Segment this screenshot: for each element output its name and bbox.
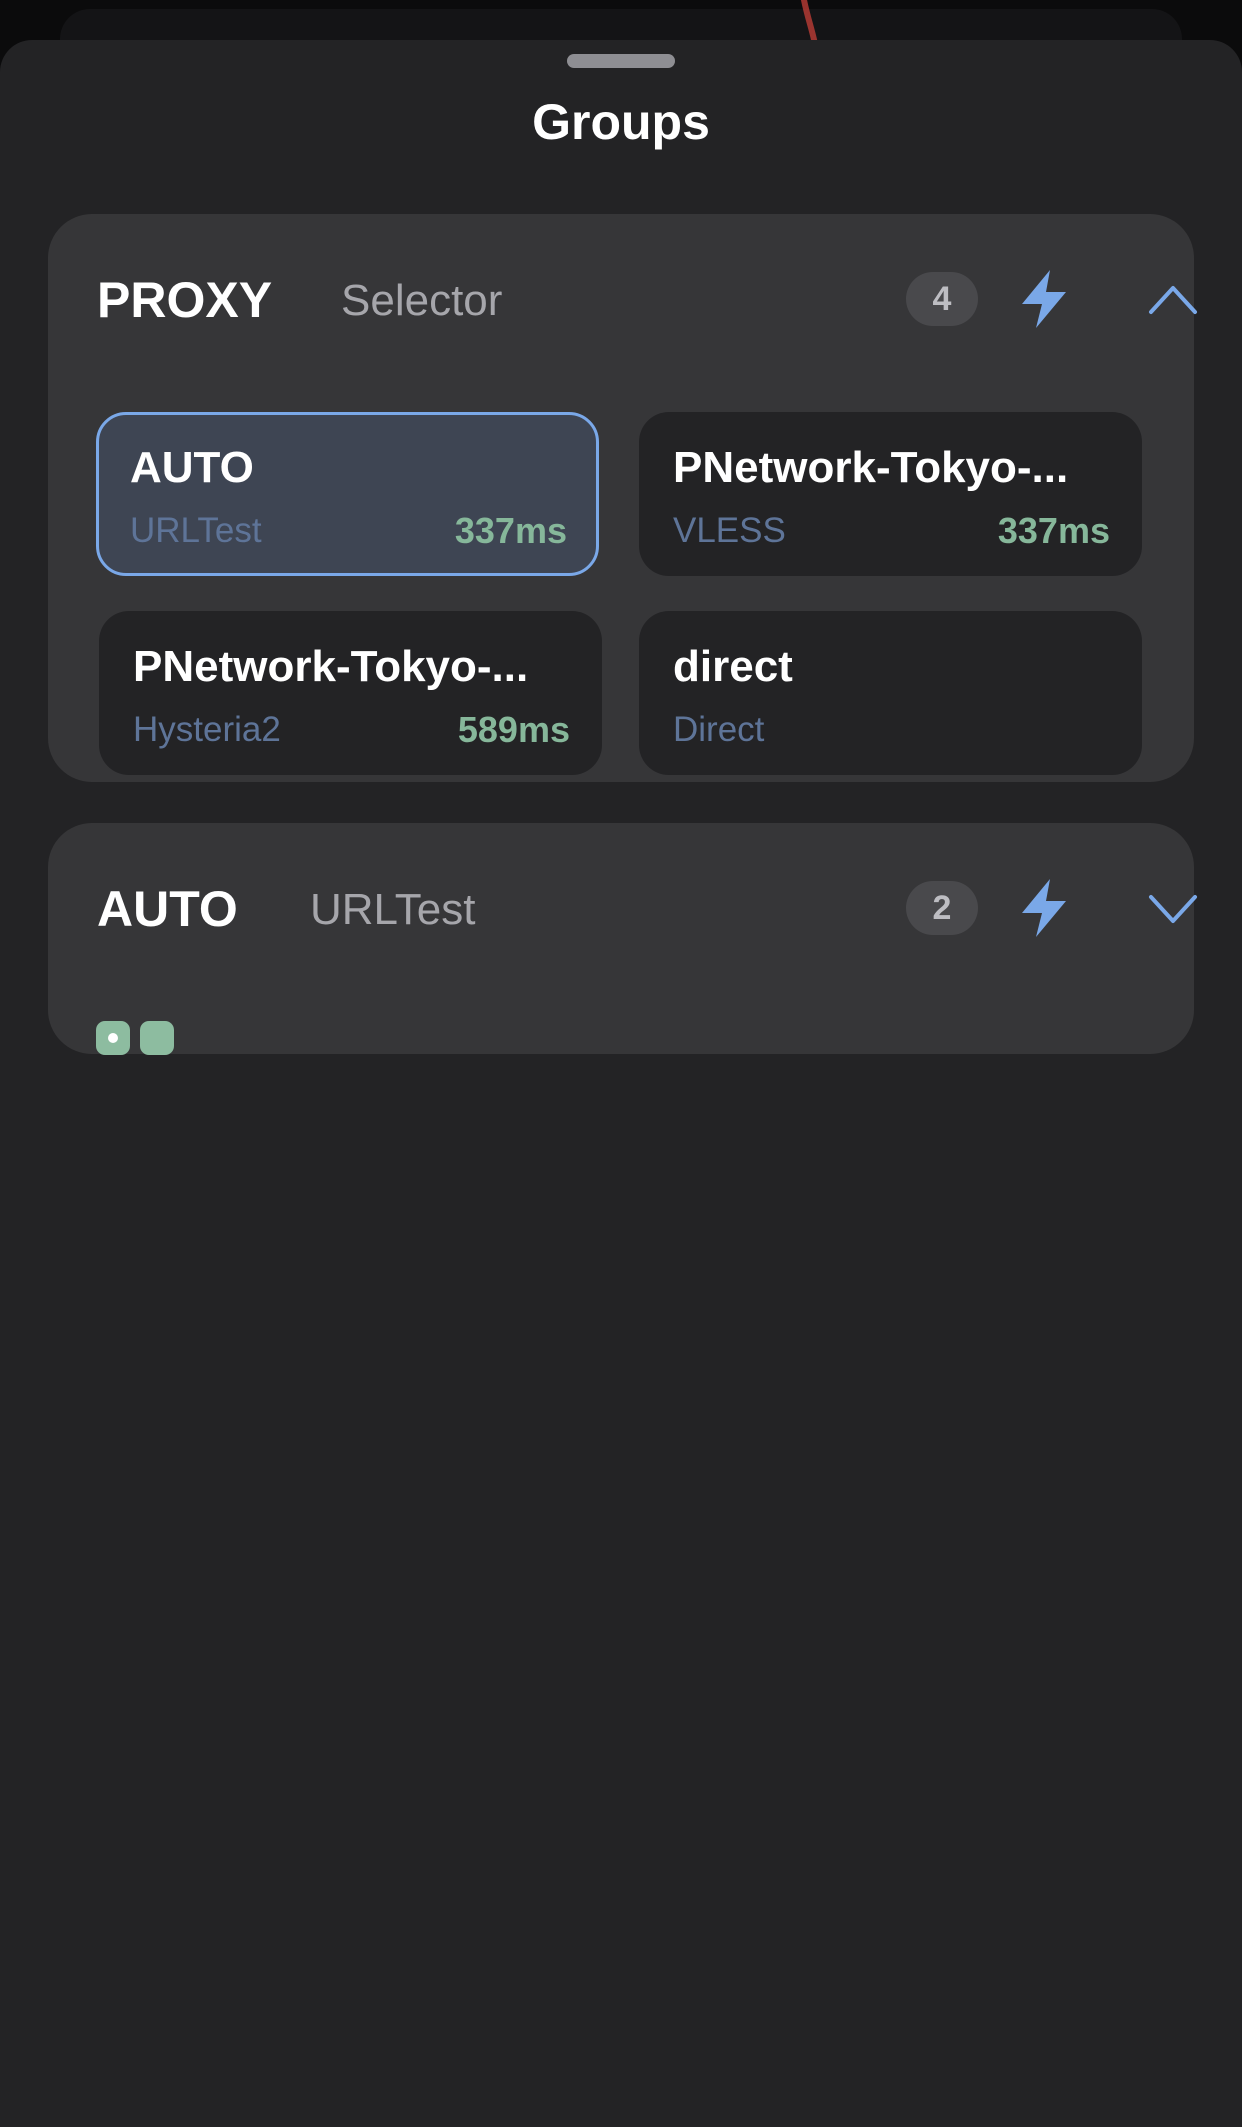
node-protocol: Direct <box>673 710 765 749</box>
proxy-node-card[interactable]: direct Direct <box>639 611 1142 775</box>
node-name: direct <box>673 642 793 691</box>
node-status-dot[interactable] <box>140 1021 174 1055</box>
sheet-grabber-handle[interactable] <box>567 54 675 68</box>
node-latency: 337ms <box>454 510 567 551</box>
group-type: URLTest <box>310 885 476 934</box>
proxy-node-card[interactable]: PNetwork-Tokyo-... Hysteria2 589ms <box>99 611 602 775</box>
group-header[interactable]: PROXY Selector 4 <box>97 254 1197 344</box>
node-protocol: Hysteria2 <box>133 710 281 749</box>
node-count-badge: 2 <box>906 881 978 935</box>
chevron-down-icon[interactable] <box>1147 887 1199 929</box>
chevron-up-icon[interactable] <box>1147 278 1199 320</box>
proxy-node-card[interactable]: AUTO URLTest 337ms <box>96 412 599 576</box>
group-type: Selector <box>341 276 503 325</box>
lightning-bolt-icon[interactable] <box>1014 877 1074 939</box>
selected-marker <box>108 1033 118 1043</box>
node-name: AUTO <box>130 443 254 492</box>
node-name: PNetwork-Tokyo-... <box>673 443 1069 492</box>
group-name: AUTO <box>97 881 238 937</box>
lightning-bolt-icon[interactable] <box>1014 268 1074 330</box>
node-count-badge: 4 <box>906 272 978 326</box>
group-card-auto: AUTO URLTest 2 <box>48 823 1197 1055</box>
node-status-dot-selected[interactable] <box>96 1021 130 1055</box>
node-protocol: URLTest <box>130 511 262 550</box>
sheet-title: Groups <box>532 94 710 150</box>
node-name: PNetwork-Tokyo-... <box>133 642 529 691</box>
node-latency: 337ms <box>997 510 1110 551</box>
proxy-node-card[interactable]: PNetwork-Tokyo-... VLESS 337ms <box>639 412 1142 576</box>
group-name: PROXY <box>97 272 273 328</box>
group-card-proxy: PROXY Selector 4 AUTO URLTest 337ms PNet… <box>48 214 1197 782</box>
group-header[interactable]: AUTO URLTest 2 <box>97 863 1197 953</box>
node-protocol: VLESS <box>673 511 786 550</box>
node-latency: 589ms <box>457 709 570 750</box>
